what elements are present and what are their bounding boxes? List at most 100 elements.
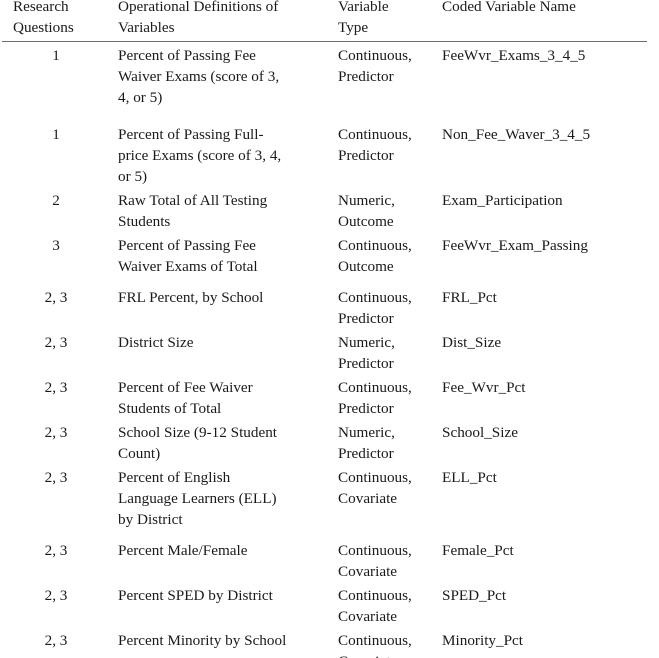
definition-line: Percent SPED by District bbox=[118, 587, 273, 604]
cell-operational-definition: Percent of Passing Fee Waiver Exams (scor… bbox=[110, 42, 337, 109]
table-row: 2, 3 Percent of English Language Learners … bbox=[2, 464, 647, 530]
cell-variable-type: Continuous, Predictor bbox=[337, 108, 440, 187]
cell-variable-type: Continuous, Covariate bbox=[337, 464, 440, 530]
cell-operational-definition: FRL Percent, by School bbox=[110, 277, 337, 329]
variable-type-line: Covariate bbox=[338, 490, 398, 507]
cell-research-questions: 2, 3 bbox=[44, 289, 68, 306]
cell-variable-type: Continuous, Predictor bbox=[337, 277, 440, 329]
variable-type-line: Continuous, bbox=[338, 469, 412, 486]
variable-type-line: Covariate bbox=[338, 563, 398, 580]
cell-variable-type: Continuous, Covariate bbox=[337, 627, 440, 658]
definition-line: Percent of Passing Full- bbox=[118, 126, 264, 143]
variable-type-line: Numeric, bbox=[338, 334, 395, 351]
cell-coded-variable-name: FRL_Pct bbox=[442, 289, 497, 306]
cell-research-questions: 2, 3 bbox=[44, 587, 68, 604]
variable-type-line: Outcome bbox=[338, 213, 394, 230]
variable-type-line: Predictor bbox=[338, 147, 394, 164]
cell-operational-definition: Percent of Fee Waiver Students of Total bbox=[110, 374, 337, 419]
cell-variable-type: Continuous, Outcome bbox=[337, 232, 440, 277]
column-header-variable-type: Variable Type bbox=[337, 0, 440, 42]
cell-operational-definition: District Size bbox=[110, 329, 337, 374]
variable-type-line: Continuous, bbox=[338, 379, 412, 396]
variable-type-line: Continuous, bbox=[338, 542, 412, 559]
cell-operational-definition: School Size (9-12 Student Count) bbox=[110, 419, 337, 464]
definition-line: by District bbox=[118, 511, 183, 528]
research-variable-table: Research Questions Operational Definitio… bbox=[2, 0, 647, 658]
cell-variable-type: Continuous, Covariate bbox=[337, 582, 440, 627]
cell-coded-variable-name: Dist_Size bbox=[442, 334, 502, 351]
cell-operational-definition: Percent of English Language Learners (ELL… bbox=[110, 464, 337, 530]
definition-line: Percent of Passing Fee bbox=[118, 47, 256, 64]
definition-line: Students of Total bbox=[118, 400, 222, 417]
header-line: Variable bbox=[338, 0, 389, 15]
variable-type-line: Outcome bbox=[338, 258, 394, 275]
variable-type-line: Numeric, bbox=[338, 424, 395, 441]
cell-coded-variable-name: ELL_Pct bbox=[442, 469, 497, 486]
cell-research-questions: 2, 3 bbox=[44, 424, 68, 441]
cell-variable-type: Continuous, Predictor bbox=[337, 374, 440, 419]
cell-variable-type: Continuous, Predictor bbox=[337, 42, 440, 109]
definition-line: FRL Percent, by School bbox=[118, 289, 264, 306]
header-line: Type bbox=[338, 19, 369, 36]
cell-operational-definition: Percent of Passing Full-price Exams (sco… bbox=[110, 108, 337, 187]
variable-type-line: Continuous, bbox=[338, 587, 412, 604]
definition-line: District Size bbox=[118, 334, 194, 351]
cell-coded-variable-name: Exam_Participation bbox=[442, 192, 563, 209]
table-container: Research Questions Operational Definitio… bbox=[0, 0, 659, 658]
cell-research-questions: 1 bbox=[52, 126, 60, 143]
cell-research-questions: 3 bbox=[52, 237, 60, 254]
variable-type-line: Predictor bbox=[338, 355, 394, 372]
cell-variable-type: Numeric, Predictor bbox=[337, 329, 440, 374]
column-header-operational-definitions: Operational Definitions of Variables bbox=[110, 0, 337, 42]
cell-research-questions: 2 bbox=[52, 192, 60, 209]
variable-type-line: Numeric, bbox=[338, 192, 395, 209]
cell-variable-type: Numeric, Outcome bbox=[337, 187, 440, 232]
column-header-coded-variable-name: Coded Variable Name bbox=[440, 0, 647, 42]
variable-type-line: Continuous, bbox=[338, 632, 412, 649]
definition-line: Language Learners (ELL) bbox=[118, 490, 277, 507]
cell-research-questions: 2, 3 bbox=[44, 632, 68, 649]
table-header: Research Questions Operational Definitio… bbox=[2, 0, 647, 42]
cell-operational-definition: Percent Male/Female bbox=[110, 530, 337, 582]
table-row: 1 Percent of Passing Full-price Exams (sc… bbox=[2, 108, 647, 187]
table-row: 2, 3 Percent SPED by District Continuous, C… bbox=[2, 582, 647, 627]
definition-line: School Size (9-12 Student bbox=[118, 424, 278, 441]
definition-line: Percent of English bbox=[118, 469, 231, 486]
column-header-research-questions: Research Questions bbox=[2, 0, 110, 42]
table-header-row: Research Questions Operational Definitio… bbox=[2, 0, 647, 42]
header-line: Research bbox=[13, 0, 69, 15]
definition-line: Students bbox=[118, 213, 171, 230]
cell-coded-variable-name: School_Size bbox=[442, 424, 518, 441]
cell-research-questions: 2, 3 bbox=[44, 379, 68, 396]
cell-coded-variable-name: FeeWvr_Exam_Passing bbox=[442, 237, 588, 254]
definition-line: Percent Minority by School bbox=[118, 632, 287, 649]
variable-type-line: Predictor bbox=[338, 445, 394, 462]
table-row: 2 Raw Total of All Testing Students Numeric… bbox=[2, 187, 647, 232]
cell-research-questions: 2, 3 bbox=[44, 469, 68, 486]
table-row: 2, 3 Percent Minority by School Continuous… bbox=[2, 627, 647, 658]
definition-line: Percent of Passing Fee bbox=[118, 237, 256, 254]
definition-line: Raw Total of All Testing bbox=[118, 192, 268, 209]
header-line: Questions bbox=[13, 19, 74, 36]
variable-type-line: Predictor bbox=[338, 400, 394, 417]
definition-line: Percent of Fee Waiver bbox=[118, 379, 253, 396]
table-row: 2, 3 FRL Percent, by School Continuous, Pre… bbox=[2, 277, 647, 329]
table-row: 2, 3 Percent Male/Female Continuous, Covari… bbox=[2, 530, 647, 582]
variable-type-line: Covariate bbox=[338, 608, 398, 625]
cell-operational-definition: Percent of Passing Fee Waiver Exams of To… bbox=[110, 232, 337, 277]
definition-line: Count) bbox=[118, 445, 161, 462]
variable-type-line: Continuous, bbox=[338, 47, 412, 64]
definition-line: Waiver Exams of Total bbox=[118, 258, 258, 275]
definition-line: 4, or 5) bbox=[118, 89, 163, 106]
cell-coded-variable-name: FeeWvr_Exams_3_4_5 bbox=[442, 47, 586, 64]
header-line: Coded Variable Name bbox=[442, 0, 576, 15]
cell-coded-variable-name: Minority_Pct bbox=[442, 632, 524, 649]
variable-type-line: Continuous, bbox=[338, 289, 412, 306]
table-body: 1 Percent of Passing Fee Waiver Exams (sco… bbox=[2, 42, 647, 658]
cell-research-questions: 2, 3 bbox=[44, 334, 68, 351]
header-line: Operational Definitions of bbox=[118, 0, 279, 15]
cell-operational-definition: Raw Total of All Testing Students bbox=[110, 187, 337, 232]
cell-operational-definition: Percent SPED by District bbox=[110, 582, 337, 627]
cell-coded-variable-name: Fee_Wvr_Pct bbox=[442, 379, 526, 396]
table-row: 2, 3 District Size Numeric, Predictor Dist_S… bbox=[2, 329, 647, 374]
